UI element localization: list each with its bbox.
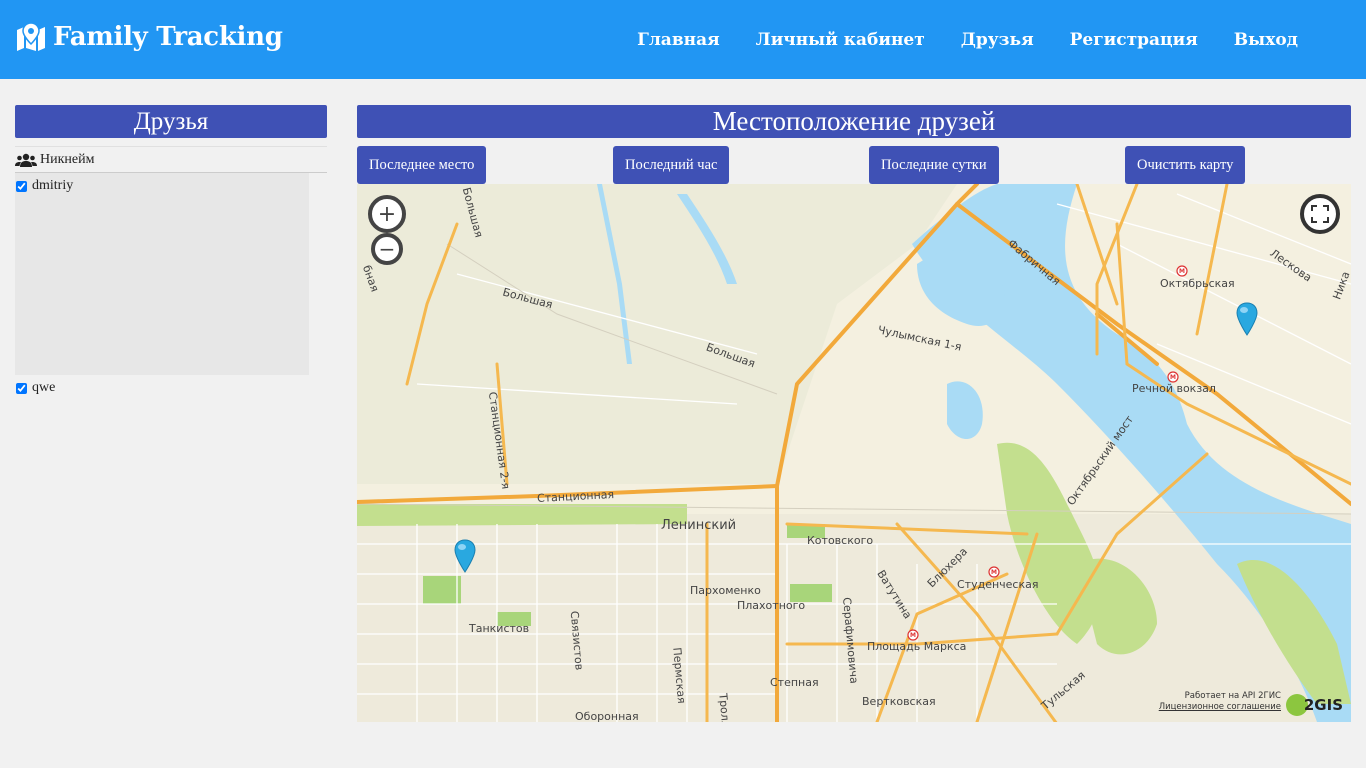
map-attribution: Работает на API 2ГИС Лицензионное соглаш… xyxy=(1159,691,1281,713)
friend-checkbox-dmitriy[interactable] xyxy=(16,180,27,192)
street-label: Вертковская xyxy=(862,695,936,708)
nav-home[interactable]: Главная xyxy=(637,30,720,50)
license-link[interactable]: Лицензионное соглашение xyxy=(1159,702,1281,713)
last-day-button[interactable]: Последние сутки xyxy=(869,146,999,184)
nickname-label: Никнейм xyxy=(40,151,95,167)
2gis-logo-text: 2GIS xyxy=(1303,696,1343,714)
friend-name: dmitriy xyxy=(32,178,74,193)
friend-location-marker[interactable] xyxy=(1236,302,1258,336)
top-navbar: Family Tracking Главная Личный кабинет Д… xyxy=(0,0,1366,79)
map-toolbar: Последнее место Последний час Последние … xyxy=(357,146,1351,184)
map-title: Местоположение друзей xyxy=(357,105,1351,138)
nav-register[interactable]: Регистрация xyxy=(1070,30,1198,50)
main-nav: Главная Личный кабинет Друзья Регистраци… xyxy=(601,30,1298,50)
street-label: Котовского xyxy=(807,534,874,547)
2gis-logo[interactable]: 2GIS xyxy=(1285,694,1343,716)
minus-icon: − xyxy=(378,237,396,261)
street-label: Оборонная xyxy=(575,710,639,722)
plus-icon: + xyxy=(377,201,397,227)
nav-logout[interactable]: Выход xyxy=(1234,30,1298,50)
brand-link[interactable]: Family Tracking xyxy=(15,22,283,52)
friend-list-block: dmitriy xyxy=(15,173,309,375)
street-label: Плахотного xyxy=(737,599,806,612)
last-place-button[interactable]: Последнее место xyxy=(357,146,487,184)
map-marker-icon xyxy=(17,22,45,51)
last-hour-button[interactable]: Последний час xyxy=(613,146,730,184)
street-label: Танкистов xyxy=(469,622,530,635)
district-label: Ленинский xyxy=(661,518,737,533)
svg-text:М: М xyxy=(910,632,916,639)
fullscreen-icon xyxy=(1311,205,1329,223)
friend-checkbox-qwe[interactable] xyxy=(16,382,27,394)
friend-row-qwe[interactable]: qwe xyxy=(15,379,327,397)
clear-map-button[interactable]: Очистить карту xyxy=(1125,146,1246,184)
map-panel: Местоположение друзей Последнее место По… xyxy=(357,105,1351,722)
friends-panel: Друзья Никнейм dmitriy qwe xyxy=(15,105,327,397)
svg-text:М: М xyxy=(1179,268,1185,275)
zoom-in-button[interactable]: + xyxy=(368,195,406,233)
svg-text:М: М xyxy=(1170,374,1176,381)
street-label: Студенческая xyxy=(957,578,1039,591)
users-icon xyxy=(15,153,37,167)
street-label: Степная xyxy=(770,676,819,689)
station-label: Речной вокзал xyxy=(1132,382,1216,395)
svg-text:М: М xyxy=(991,569,997,576)
friends-title: Друзья xyxy=(15,105,327,138)
station-label: Октябрьская xyxy=(1160,277,1235,290)
zoom-out-button[interactable]: − xyxy=(371,233,403,265)
attribution-api: Работает на API 2ГИС xyxy=(1184,691,1281,701)
friends-column-header: Никнейм xyxy=(15,146,327,173)
nav-account[interactable]: Личный кабинет xyxy=(756,30,925,50)
map-canvas[interactable]: ММММ Большая бная Большая Большая Станци… xyxy=(357,184,1351,722)
nav-friends[interactable]: Друзья xyxy=(961,30,1034,50)
friend-row-dmitriy[interactable]: dmitriy xyxy=(15,177,309,195)
friend-name: qwe xyxy=(32,380,56,395)
friend-location-marker[interactable] xyxy=(454,539,476,573)
street-label: Пархоменко xyxy=(690,584,761,597)
brand-title: Family Tracking xyxy=(53,22,283,52)
square-label: Площадь Маркса xyxy=(867,640,967,653)
fullscreen-button[interactable] xyxy=(1300,194,1340,234)
